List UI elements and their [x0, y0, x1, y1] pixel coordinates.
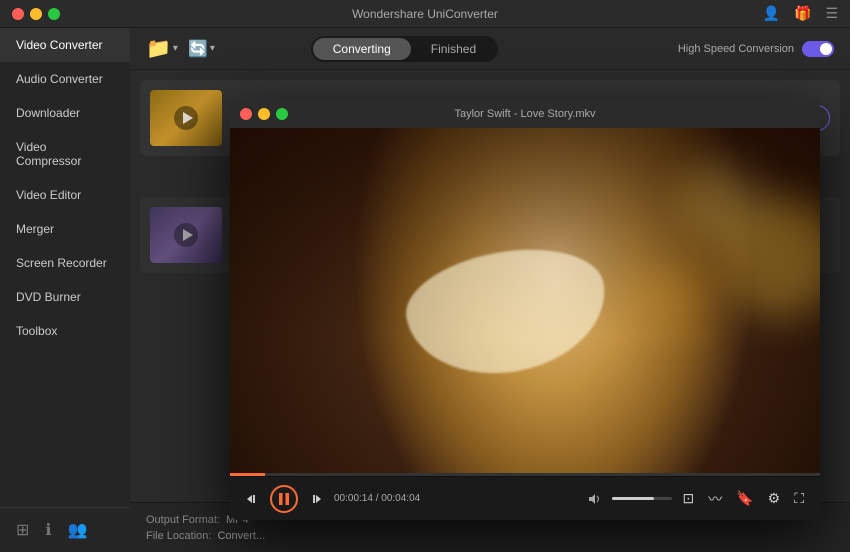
- screen-recorder-label: Screen Recorder: [16, 256, 107, 270]
- convert-options-button[interactable]: 🔄 ▾: [188, 39, 215, 59]
- add-files-button[interactable]: 📁 ▾: [146, 36, 178, 61]
- layout-icon[interactable]: ⊞: [16, 520, 29, 540]
- sidebar-bottom: ⊞ ℹ 👥: [0, 507, 130, 552]
- titlebar-actions: 👤 🎁 ☰: [763, 5, 838, 22]
- toolbar-left: 📁 ▾ 🔄 ▾: [146, 36, 215, 61]
- volume-slider[interactable]: [612, 497, 672, 500]
- tab-converting[interactable]: Converting: [313, 38, 411, 60]
- sidebar-item-dvd-burner[interactable]: DVD Burner: [0, 280, 130, 314]
- rewind-button[interactable]: [242, 491, 262, 507]
- play-overlay: [171, 103, 201, 133]
- sidebar-item-video-compressor[interactable]: Video Compressor: [0, 130, 130, 178]
- progress-fill: [230, 473, 265, 476]
- preview-close-button[interactable]: [240, 108, 252, 120]
- fullscreen-button[interactable]: ⛶: [790, 488, 808, 509]
- convert-options-icon: 🔄: [188, 39, 208, 59]
- file-location-row: File Location: Convert...: [146, 530, 265, 542]
- preview-minimize-button[interactable]: [258, 108, 270, 120]
- merger-label: Merger: [16, 222, 54, 236]
- speed-label: High Speed Conversion: [678, 43, 794, 55]
- video-compressor-label: Video Compressor: [16, 140, 114, 168]
- pip-button[interactable]: ⊡: [678, 488, 698, 509]
- options-chevron: ▾: [210, 43, 215, 54]
- minimize-button[interactable]: [30, 8, 42, 20]
- settings-button[interactable]: ⚙: [764, 488, 785, 509]
- volume-button[interactable]: [584, 491, 606, 507]
- total-time: 00:04:04: [381, 493, 420, 504]
- wave-button[interactable]: 〰: [704, 487, 726, 511]
- preview-window: Taylor Swift - Love Story.mkv: [230, 100, 820, 520]
- tab-group: Converting Finished: [311, 36, 498, 62]
- downloader-label: Downloader: [16, 106, 80, 120]
- play-overlay: [171, 220, 201, 250]
- users-icon[interactable]: 👥: [67, 520, 87, 540]
- toolbar-right: High Speed Conversion: [678, 41, 834, 57]
- time-display: 00:00:14 / 00:04:04: [334, 493, 420, 504]
- video-display[interactable]: [230, 128, 820, 476]
- preview-maximize-button[interactable]: [276, 108, 288, 120]
- forward-icon: [310, 493, 322, 505]
- file-thumbnail[interactable]: [150, 90, 222, 146]
- play-pause-button[interactable]: [270, 485, 298, 513]
- current-time: 00:00:14: [334, 493, 373, 504]
- file-location-value: Convert...: [217, 530, 265, 542]
- audio-converter-label: Audio Converter: [16, 72, 103, 86]
- file-thumbnail[interactable]: [150, 207, 222, 263]
- video-editor-label: Video Editor: [16, 188, 81, 202]
- right-controls: ⊡ 〰 🔖 ⚙ ⛶: [584, 487, 808, 511]
- video-converter-label: Video Converter: [16, 38, 103, 52]
- file-location-label: File Location:: [146, 530, 211, 542]
- thumbnail-image: [150, 207, 222, 263]
- sidebar-item-video-editor[interactable]: Video Editor: [0, 178, 130, 212]
- info-icon[interactable]: ℹ: [45, 520, 51, 540]
- titlebar: Wondershare UniConverter 👤 🎁 ☰: [0, 0, 850, 28]
- add-chevron: ▾: [173, 43, 178, 54]
- close-button[interactable]: [12, 8, 24, 20]
- output-format-label: Output Format:: [146, 514, 220, 526]
- menu-icon[interactable]: ☰: [825, 5, 838, 22]
- dvd-burner-label: DVD Burner: [16, 290, 81, 304]
- gift-icon[interactable]: 🎁: [794, 5, 811, 22]
- volume-icon: [588, 493, 602, 505]
- bokeh-2: [681, 163, 761, 243]
- maximize-button[interactable]: [48, 8, 60, 20]
- sidebar-item-video-converter[interactable]: Video Converter: [0, 28, 130, 62]
- sidebar: Video Converter Audio Converter Download…: [0, 28, 130, 552]
- video-controls: 00:00:14 / 00:04:04 ⊡ 〰 🔖 ⚙ ⛶: [230, 476, 820, 520]
- sidebar-item-screen-recorder[interactable]: Screen Recorder: [0, 246, 130, 280]
- toolbar: 📁 ▾ 🔄 ▾ Converting Finished High Speed C…: [130, 28, 850, 70]
- sidebar-item-audio-converter[interactable]: Audio Converter: [0, 62, 130, 96]
- preview-window-controls[interactable]: [240, 108, 288, 120]
- volume-fill: [612, 497, 654, 500]
- window-controls[interactable]: [12, 8, 60, 20]
- pause-icon: [278, 492, 290, 506]
- sidebar-item-downloader[interactable]: Downloader: [0, 96, 130, 130]
- bookmark-button[interactable]: 🔖: [732, 488, 757, 509]
- profile-icon[interactable]: 👤: [763, 5, 780, 22]
- thumbnail-image: [150, 90, 222, 146]
- add-icon: 📁: [146, 36, 171, 61]
- toggle-knob: [820, 43, 832, 55]
- toolbox-label: Toolbox: [16, 324, 57, 338]
- sidebar-item-toolbox[interactable]: Toolbox: [0, 314, 130, 348]
- sidebar-item-merger[interactable]: Merger: [0, 212, 130, 246]
- bokeh-3: [642, 267, 702, 327]
- video-progress-bar[interactable]: [230, 473, 820, 476]
- rewind-icon: [246, 493, 258, 505]
- speed-toggle[interactable]: [802, 41, 834, 57]
- forward-button[interactable]: [306, 491, 326, 507]
- preview-title: Taylor Swift - Love Story.mkv: [455, 108, 596, 120]
- tab-finished[interactable]: Finished: [411, 38, 496, 60]
- preview-titlebar: Taylor Swift - Love Story.mkv: [230, 100, 820, 128]
- app-title: Wondershare UniConverter: [352, 7, 498, 21]
